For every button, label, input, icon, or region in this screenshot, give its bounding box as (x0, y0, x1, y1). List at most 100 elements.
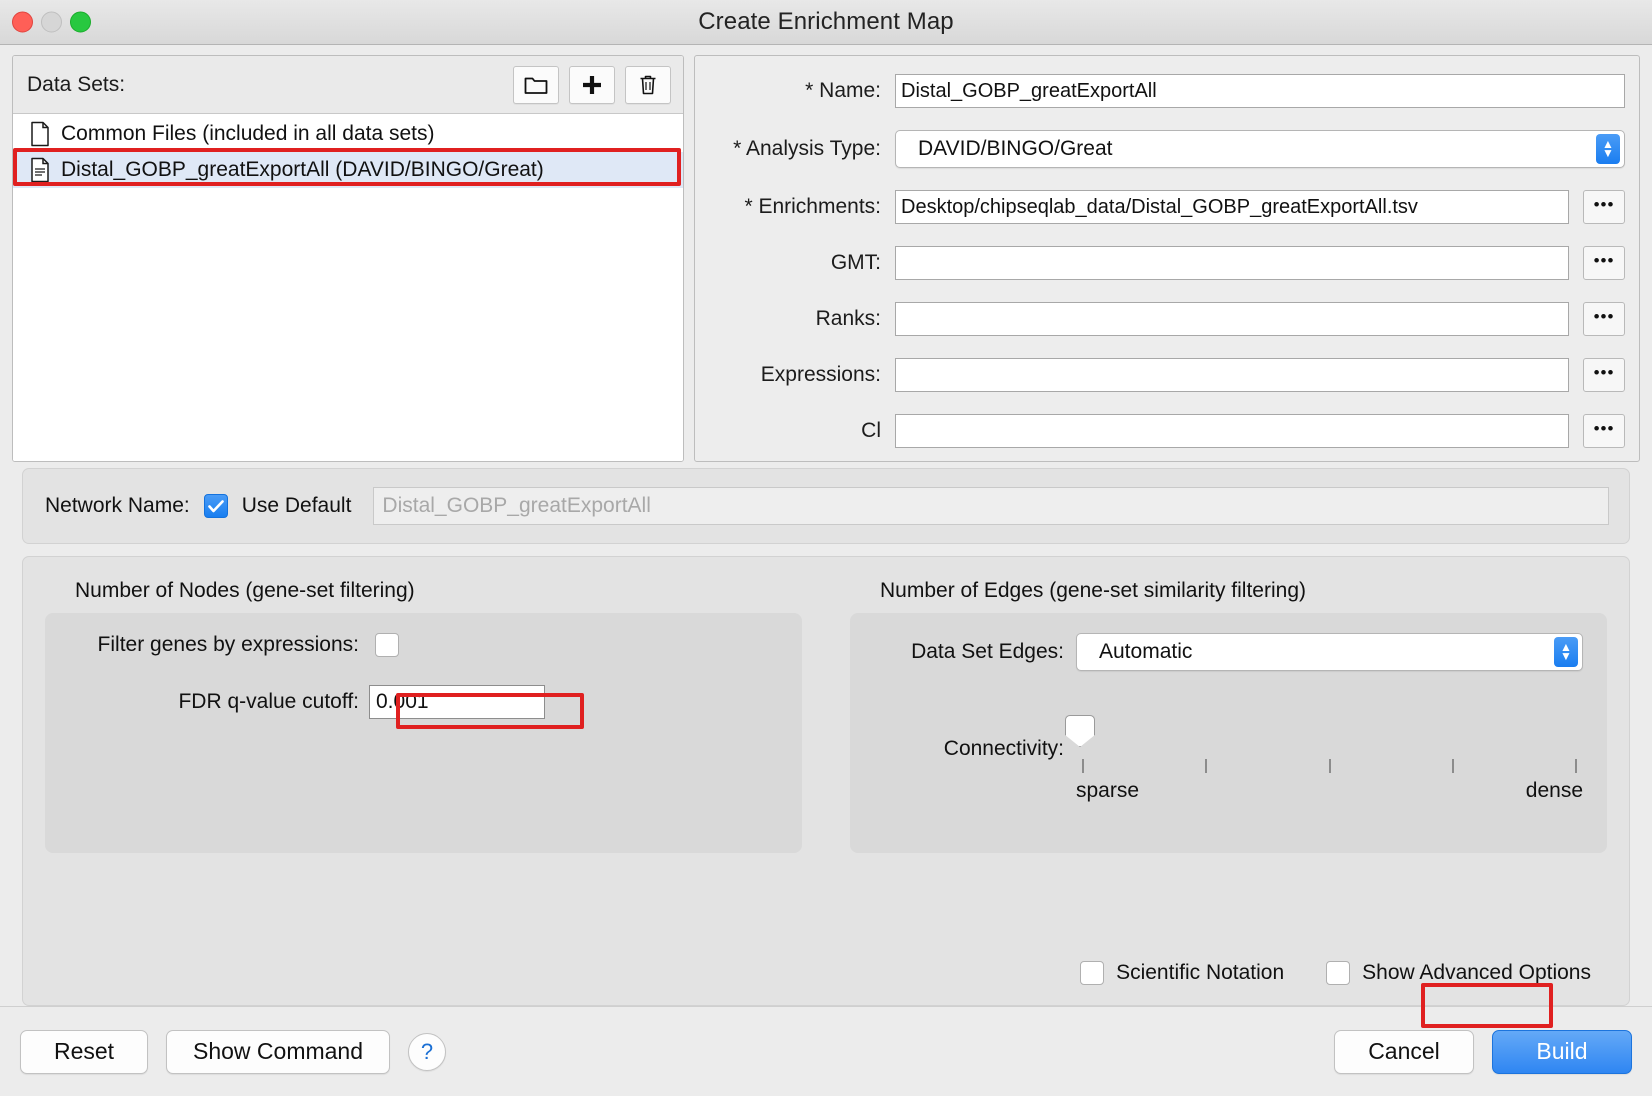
cancel-button[interactable]: Cancel (1334, 1030, 1474, 1074)
use-default-label: Use Default (242, 494, 352, 518)
enrichments-input[interactable]: Desktop/chipseqlab_data/Distal_GOBP_grea… (895, 190, 1569, 224)
help-button[interactable]: ? (408, 1033, 446, 1071)
slider-tick (1575, 759, 1577, 773)
network-name-label: Network Name: (45, 494, 190, 518)
analysis-type-row: * Analysis Type: DAVID/BINGO/Great ▲▼ (695, 130, 1639, 168)
classes-row: Cl ••• (695, 414, 1639, 448)
slider-tick (1329, 759, 1331, 773)
gmt-browse-button[interactable]: ••• (1583, 246, 1625, 280)
name-input[interactable]: Distal_GOBP_greatExportAll (895, 74, 1625, 108)
show-command-button[interactable]: Show Command (166, 1030, 390, 1074)
slider-tick (1082, 759, 1084, 773)
gmt-row: GMT: ••• (695, 246, 1639, 280)
gmt-input[interactable] (895, 246, 1569, 280)
classes-label: Cl (695, 419, 895, 443)
ranks-row: Ranks: ••• (695, 302, 1639, 336)
slider-tick (1205, 759, 1207, 773)
reset-button[interactable]: Reset (20, 1030, 148, 1074)
edges-title: Number of Edges (gene-set similarity fil… (880, 579, 1607, 603)
show-advanced-options-label: Show Advanced Options (1362, 961, 1591, 985)
expressions-input[interactable] (895, 358, 1569, 392)
gmt-label: GMT: (695, 251, 895, 275)
add-dataset-button[interactable] (569, 66, 615, 104)
scientific-notation-checkbox[interactable] (1080, 961, 1104, 985)
ranks-browse-button[interactable]: ••• (1583, 302, 1625, 336)
name-row: * Name: Distal_GOBP_greatExportAll (695, 74, 1639, 108)
blank-file-icon (29, 121, 51, 147)
window-title: Create Enrichment Map (0, 8, 1652, 36)
show-advanced-options-checkbox[interactable] (1326, 961, 1350, 985)
list-item-distal-gobp[interactable]: Distal_GOBP_greatExportAll (DAVID/BINGO/… (13, 152, 683, 188)
filter-genes-label: Filter genes by expressions: (69, 633, 359, 657)
enrichments-label: * Enrichments: (695, 195, 895, 219)
ranks-input[interactable] (895, 302, 1569, 336)
fdr-cutoff-input[interactable]: 0.001 (369, 685, 545, 719)
top-region: Data Sets: (0, 45, 1652, 462)
connectivity-min-label: sparse (1076, 779, 1139, 803)
dataset-form-panel: * Name: Distal_GOBP_greatExportAll * Ana… (694, 55, 1640, 462)
classes-browse-button[interactable]: ••• (1583, 414, 1625, 448)
analysis-type-value: DAVID/BINGO/Great (918, 137, 1113, 161)
folder-icon (524, 75, 548, 95)
analysis-type-label: * Analysis Type: (695, 137, 895, 161)
enrichments-row: * Enrichments: Desktop/chipseqlab_data/D… (695, 190, 1639, 224)
dataset-edges-value: Automatic (1099, 640, 1192, 664)
ranks-label: Ranks: (695, 307, 895, 331)
expressions-browse-button[interactable]: ••• (1583, 358, 1625, 392)
slider-ticks (1082, 759, 1577, 773)
connectivity-label: Connectivity: (874, 719, 1064, 761)
delete-dataset-button[interactable] (625, 66, 671, 104)
dataset-edges-label: Data Set Edges: (874, 640, 1064, 664)
edges-column: Number of Edges (gene-set similarity fil… (850, 575, 1607, 853)
data-sets-list[interactable]: Common Files (included in all data sets)… (13, 114, 683, 461)
enrichments-browse-button[interactable]: ••• (1583, 190, 1625, 224)
text-file-icon (29, 157, 51, 183)
connectivity-slider[interactable]: sparse dense (1076, 719, 1583, 803)
fdr-row: FDR q-value cutoff: 0.001 (69, 685, 778, 719)
open-folder-button[interactable] (513, 66, 559, 104)
data-sets-header: Data Sets: (13, 56, 683, 114)
classes-input[interactable] (895, 414, 1569, 448)
filter-genes-checkbox[interactable] (375, 633, 399, 657)
dataset-edges-select[interactable]: Automatic ▲▼ (1076, 633, 1583, 671)
minimize-button[interactable] (41, 12, 62, 33)
chevron-updown-icon: ▲▼ (1554, 637, 1578, 667)
expressions-label: Expressions: (695, 363, 895, 387)
filter-genes-row: Filter genes by expressions: (69, 633, 778, 657)
create-enrichment-map-dialog: Create Enrichment Map Data Sets: (0, 0, 1652, 1096)
title-bar: Create Enrichment Map (0, 0, 1652, 45)
nodes-title: Number of Nodes (gene-set filtering) (75, 579, 802, 603)
zoom-button[interactable] (70, 12, 91, 33)
dataset-edges-row: Data Set Edges: Automatic ▲▼ (874, 633, 1583, 671)
connectivity-max-label: dense (1526, 779, 1583, 803)
name-label: * Name: (695, 79, 895, 103)
options-section: Number of Nodes (gene-set filtering) Fil… (0, 544, 1652, 1006)
connectivity-row: Connectivity: (874, 719, 1583, 803)
slider-tick (1452, 759, 1454, 773)
window-controls (12, 12, 91, 33)
show-advanced-options-option[interactable]: Show Advanced Options (1326, 961, 1591, 985)
build-button[interactable]: Build (1492, 1030, 1632, 1074)
scientific-notation-label: Scientific Notation (1116, 961, 1284, 985)
list-item-label: Distal_GOBP_greatExportAll (DAVID/BINGO/… (61, 158, 544, 182)
use-default-checkbox[interactable] (204, 494, 228, 518)
plus-icon (581, 74, 603, 96)
fdr-cutoff-label: FDR q-value cutoff: (69, 690, 359, 714)
scientific-notation-option[interactable]: Scientific Notation (1080, 961, 1284, 985)
bottom-checkboxes: Scientific Notation Show Advanced Option… (45, 961, 1607, 1005)
data-sets-panel: Data Sets: (12, 55, 684, 462)
nodes-group: Filter genes by expressions: FDR q-value… (45, 613, 802, 853)
chevron-updown-icon: ▲▼ (1596, 134, 1620, 164)
close-button[interactable] (12, 12, 33, 33)
slider-thumb[interactable] (1065, 715, 1095, 747)
edges-group: Data Set Edges: Automatic ▲▼ Connectivit… (850, 613, 1607, 853)
dialog-button-bar: Reset Show Command ? Cancel Build (0, 1006, 1652, 1096)
network-name-section: Network Name: Use Default Distal_GOBP_gr… (0, 462, 1652, 544)
data-sets-label: Data Sets: (27, 73, 503, 97)
slider-end-labels: sparse dense (1076, 779, 1583, 803)
list-item-common-files[interactable]: Common Files (included in all data sets) (13, 116, 683, 152)
analysis-type-select[interactable]: DAVID/BINGO/Great ▲▼ (895, 130, 1625, 168)
list-item-label: Common Files (included in all data sets) (61, 122, 435, 146)
network-name-input[interactable]: Distal_GOBP_greatExportAll (373, 487, 1609, 525)
trash-icon (638, 74, 658, 96)
